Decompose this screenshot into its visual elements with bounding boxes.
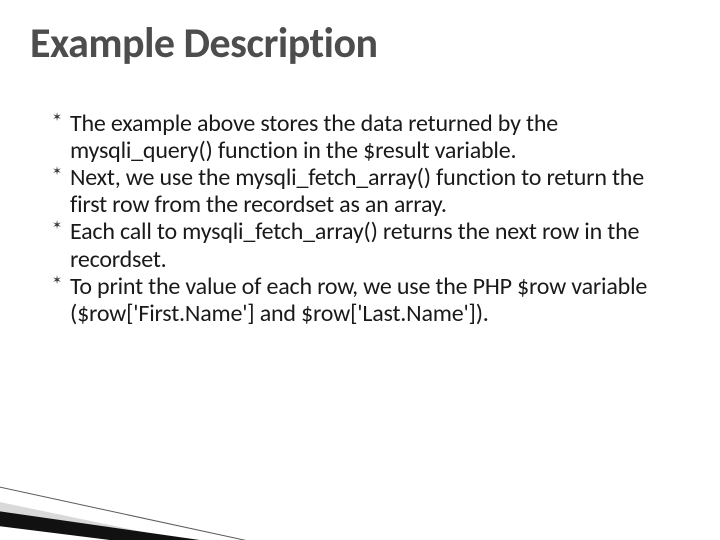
bullet-item: The example above stores the data return…	[52, 110, 668, 164]
slide-title: Example Description	[30, 18, 378, 69]
slide: Example Description The example above st…	[0, 0, 720, 540]
bullet-item: To print the value of each row, we use t…	[52, 273, 668, 327]
bullet-item: Each call to mysqli_fetch_array() return…	[52, 218, 668, 272]
corner-graphic	[0, 430, 310, 540]
bullet-item: Next, we use the mysqli_fetch_array() fu…	[52, 164, 668, 218]
slide-body: The example above stores the data return…	[52, 110, 668, 327]
